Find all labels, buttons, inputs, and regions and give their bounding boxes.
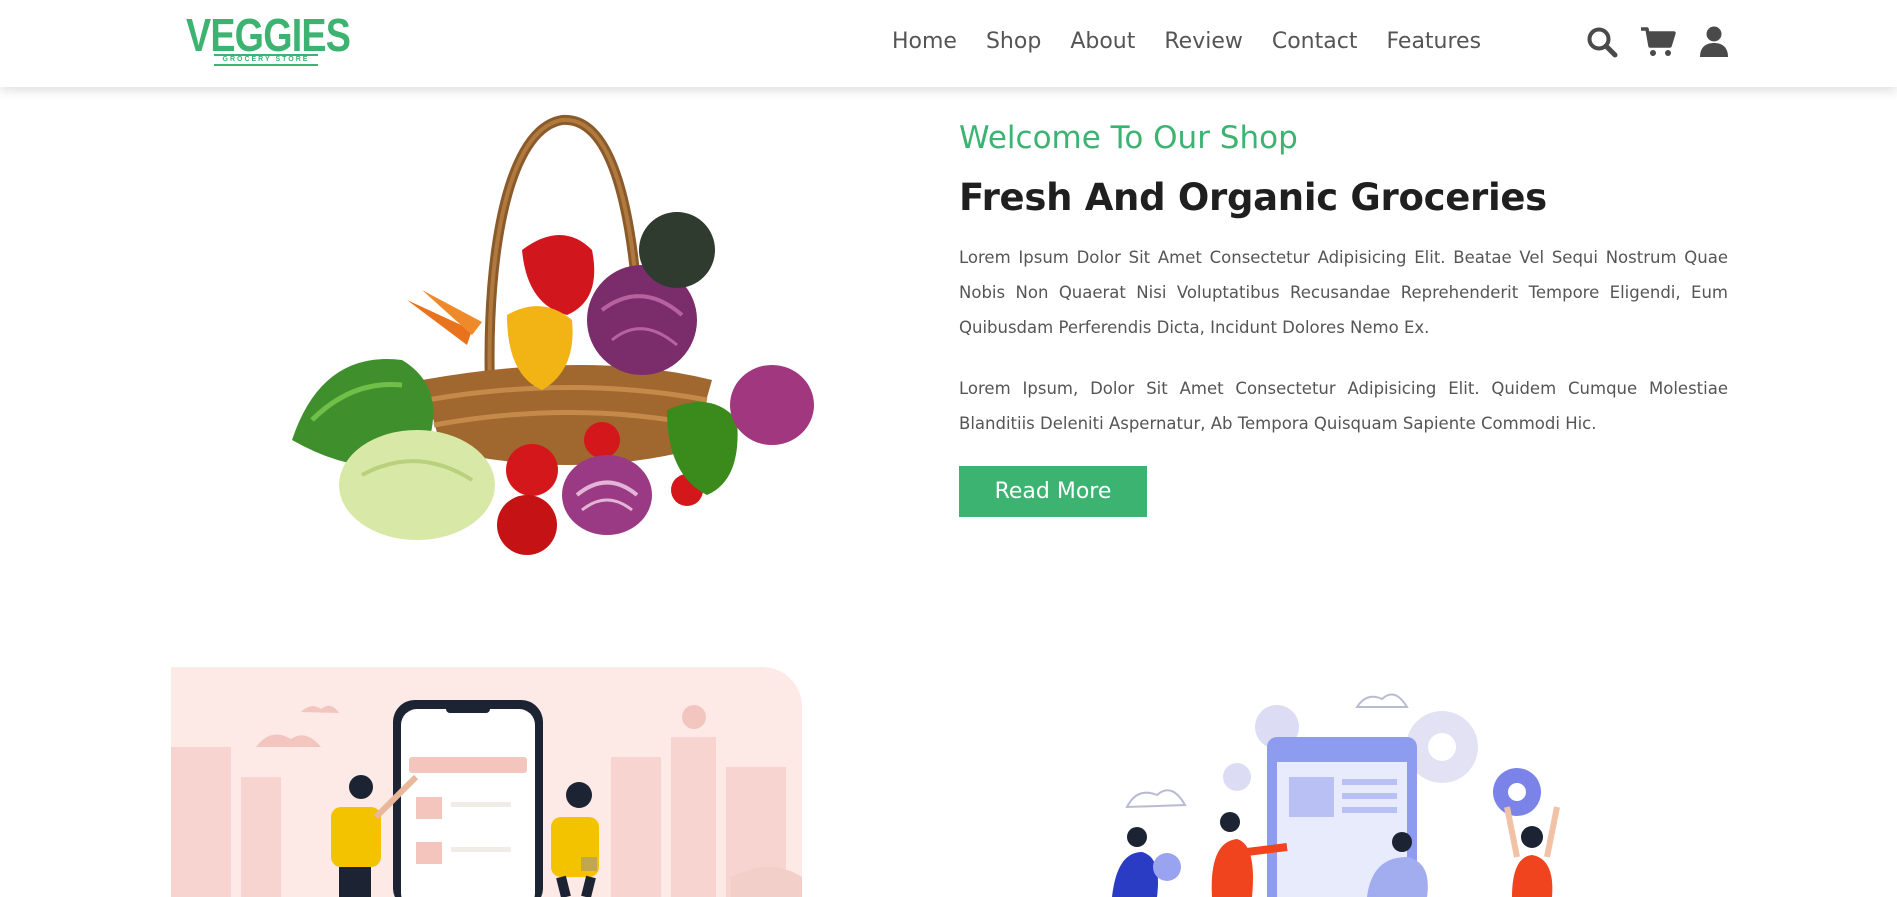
- nav-shop[interactable]: Shop: [986, 27, 1041, 57]
- nav-home[interactable]: Home: [892, 27, 957, 57]
- main-nav: Home Shop About Review Contact Features: [892, 27, 1510, 57]
- read-more-button[interactable]: Read More: [959, 466, 1147, 517]
- brand-name: VEGGIES: [186, 9, 351, 61]
- team-collaboration-illustration: [1027, 667, 1658, 897]
- hero-paragraph-2: Lorem Ipsum, Dolor Sit Amet Consectetur …: [959, 379, 1728, 433]
- nav-about[interactable]: About: [1070, 27, 1135, 57]
- nav-features[interactable]: Features: [1386, 27, 1481, 57]
- user-icon[interactable]: [1696, 22, 1732, 62]
- brand-tagline: GROCERY STORE: [214, 54, 318, 66]
- cart-icon[interactable]: [1640, 22, 1676, 62]
- mobile-shopping-illustration: [171, 667, 802, 897]
- search-icon[interactable]: [1584, 22, 1620, 62]
- nav-review[interactable]: Review: [1164, 27, 1243, 57]
- brand-logo[interactable]: VEGGIES GROCERY STORE: [186, 12, 351, 68]
- hero-paragraph-1: Lorem Ipsum Dolor Sit Amet Consectetur A…: [959, 248, 1728, 337]
- vegetable-basket-image: [172, 100, 932, 570]
- header-icons: [1584, 22, 1752, 62]
- site-header: VEGGIES GROCERY STORE Home Shop About Re…: [0, 0, 1897, 87]
- nav-contact[interactable]: Contact: [1272, 27, 1358, 57]
- hero-subtitle: Welcome To Our Shop: [959, 120, 1298, 156]
- hero-title: Fresh And Organic Groceries: [959, 176, 1547, 219]
